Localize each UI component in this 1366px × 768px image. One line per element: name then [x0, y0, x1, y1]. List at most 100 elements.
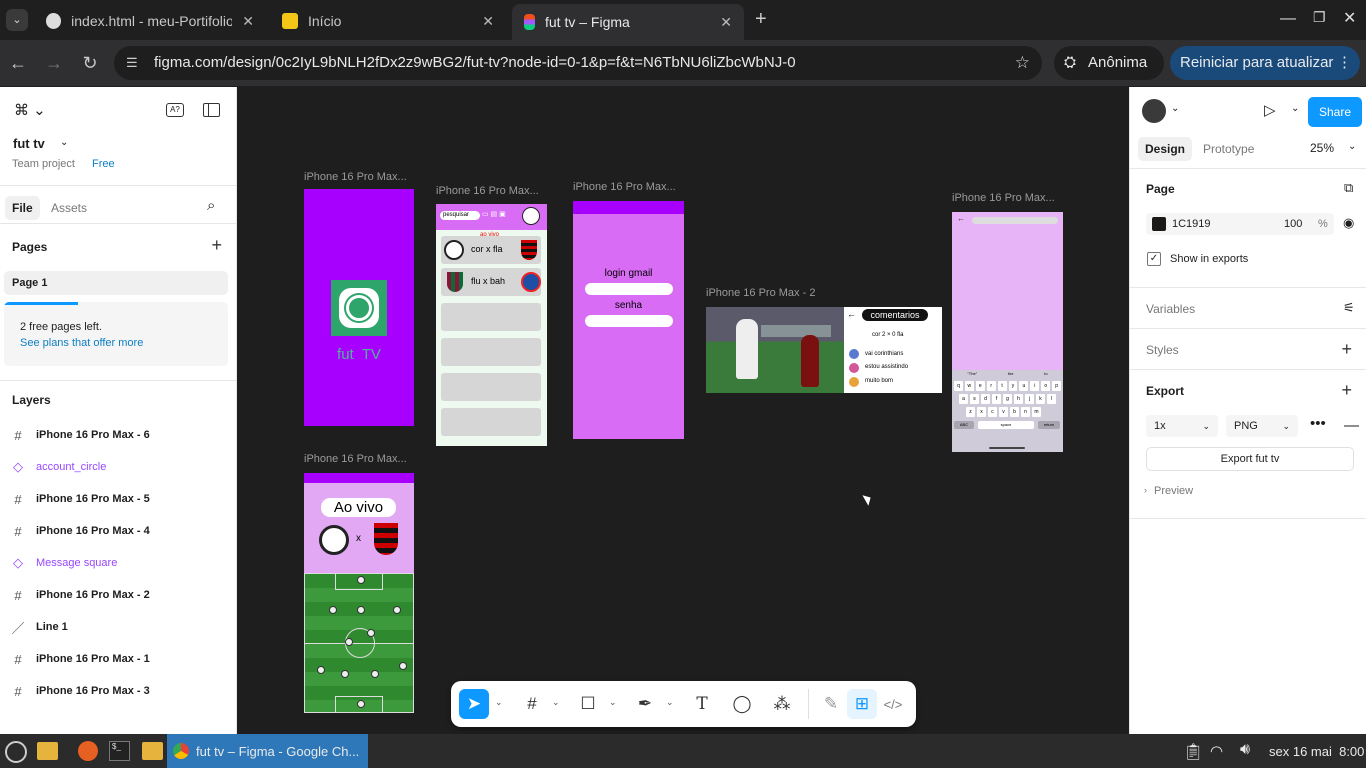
chevron-down-icon[interactable]: ⌄: [1348, 141, 1356, 152]
share-button[interactable]: Share: [1308, 97, 1362, 127]
address-bar[interactable]: ☰ figma.com/design/0c2IyL9bNLH2fDx2z9wBG…: [114, 46, 1042, 80]
variables-icon[interactable]: ⚟: [1343, 300, 1355, 316]
keyboard-key[interactable]: x: [977, 407, 986, 417]
close-window-icon[interactable]: ✕: [1343, 8, 1356, 28]
add-export-icon[interactable]: +: [1341, 380, 1352, 401]
search-icon[interactable]: ⌕: [207, 197, 215, 214]
abc-key[interactable]: ABC: [954, 421, 974, 429]
back-arrow-icon[interactable]: ←: [573, 210, 582, 216]
design-mode-button[interactable]: ⊞: [847, 689, 877, 719]
volume-icon[interactable]: 🔊︎: [1240, 741, 1250, 759]
file-name[interactable]: fut tv: [13, 136, 45, 151]
frame-label[interactable]: iPhone 16 Pro Max...: [952, 192, 1055, 204]
keyboard-key[interactable]: h: [1014, 394, 1023, 404]
ai-icon[interactable]: A?: [166, 103, 184, 117]
chevron-down-icon[interactable]: ⌄: [1291, 103, 1299, 114]
frame-label[interactable]: iPhone 16 Pro Max...: [304, 453, 407, 465]
add-page-icon[interactable]: +: [211, 235, 222, 256]
zoom-level[interactable]: 25%: [1310, 141, 1334, 155]
sidebar-toggle-icon[interactable]: [203, 103, 220, 117]
frame-home[interactable]: pesquisar ▭ ▤ ▣ ao vivo cor x fla flu x …: [436, 204, 547, 446]
close-icon[interactable]: ✕: [482, 13, 494, 30]
layer-item[interactable]: # iPhone 16 Pro Max - 1: [0, 643, 236, 675]
keyboard-key[interactable]: y: [1008, 381, 1018, 391]
keyboard-key[interactable]: n: [1021, 407, 1030, 417]
keyboard-key[interactable]: c: [988, 407, 997, 417]
keyboard-key[interactable]: d: [981, 394, 990, 404]
back-arrow-icon[interactable]: ←: [847, 309, 856, 319]
keyboard-key[interactable]: a: [959, 394, 968, 404]
chevron-down-icon[interactable]: ⌄: [1171, 103, 1179, 114]
more-options-icon[interactable]: •••: [1310, 415, 1326, 432]
chevron-right-icon[interactable]: ›: [1144, 485, 1147, 495]
frame-search[interactable]: ← "The" the to qwertyuiop asdfghjkl zxcvbn…: [952, 212, 1063, 452]
figma-menu-icon[interactable]: ⌘ ⌄: [14, 101, 46, 119]
tab-design[interactable]: Design: [1138, 137, 1193, 161]
back-arrow-icon[interactable]: ←: [957, 214, 965, 223]
keyboard-key[interactable]: l: [1047, 394, 1056, 404]
frame-splash[interactable]: fut TV: [304, 189, 414, 426]
remove-export-icon[interactable]: —: [1344, 417, 1359, 434]
text-tool-button[interactable]: T: [687, 689, 717, 719]
plan-badge[interactable]: Free: [92, 158, 115, 170]
frame-label[interactable]: iPhone 16 Pro Max...: [436, 185, 539, 197]
keyboard-key[interactable]: j: [1025, 394, 1034, 404]
clipboard-icon[interactable]: 📋︎: [1183, 742, 1203, 762]
keyboard-key[interactable]: r: [986, 381, 996, 391]
layer-item[interactable]: # iPhone 16 Pro Max - 3: [0, 675, 236, 707]
opacity-value[interactable]: 100: [1284, 218, 1302, 230]
page-color-field[interactable]: 1C1919 100 %: [1146, 213, 1334, 235]
present-play-icon[interactable]: ▷: [1264, 101, 1276, 119]
placeholder-card[interactable]: [441, 373, 541, 401]
search-input[interactable]: [972, 217, 1058, 224]
preview-toggle[interactable]: Preview: [1154, 485, 1193, 497]
back-icon[interactable]: ←: [6, 51, 30, 75]
keyboard-key[interactable]: w: [964, 381, 974, 391]
page-item[interactable]: Page 1: [4, 271, 228, 295]
show-exports-checkbox[interactable]: ✓: [1147, 252, 1161, 266]
tab-prototype[interactable]: Prototype: [1203, 142, 1254, 156]
avatar[interactable]: [1142, 99, 1166, 123]
keyboard-key[interactable]: p: [1052, 381, 1062, 391]
layer-item[interactable]: # iPhone 16 Pro Max - 4: [0, 515, 236, 547]
chevron-down-icon[interactable]: ⌄: [609, 697, 617, 708]
forward-icon[interactable]: →: [42, 51, 66, 75]
design-canvas[interactable]: iPhone 16 Pro Max... fut TV iPhone 16 Pr…: [237, 87, 1129, 734]
keyboard-key[interactable]: i: [1030, 381, 1040, 391]
layer-item[interactable]: # iPhone 16 Pro Max - 2: [0, 579, 236, 611]
keyboard-key[interactable]: e: [975, 381, 985, 391]
restart-update-button[interactable]: Reiniciar para atualizar ⋮: [1170, 46, 1360, 80]
firefox-icon[interactable]: [78, 741, 98, 761]
match-card[interactable]: flu x bah: [441, 268, 541, 296]
password-field[interactable]: [585, 315, 673, 327]
files-icon[interactable]: [37, 742, 58, 760]
frame-login[interactable]: ← login gmail senha: [573, 201, 684, 439]
keyboard-suggestion[interactable]: "The": [967, 371, 977, 378]
export-format-select[interactable]: PNG ⌄: [1226, 415, 1298, 437]
dev-mode-button[interactable]: </>: [878, 689, 908, 719]
close-icon[interactable]: ✕: [720, 14, 732, 31]
keyboard-key[interactable]: b: [1010, 407, 1019, 417]
account-circle-icon[interactable]: [522, 207, 540, 225]
space-key[interactable]: space: [978, 421, 1034, 429]
tab-portfolio[interactable]: index.html - meu-Portifolio ✕: [34, 6, 266, 36]
keyboard-key[interactable]: s: [970, 394, 979, 404]
tab-figma[interactable]: fut tv – Figma ✕: [512, 4, 744, 40]
layer-item[interactable]: # iPhone 16 Pro Max - 5: [0, 483, 236, 515]
close-icon[interactable]: ✕: [242, 13, 254, 30]
home-search-input[interactable]: pesquisar: [440, 211, 480, 220]
actions-tool-button[interactable]: ⁂: [767, 689, 797, 719]
frame-label[interactable]: iPhone 16 Pro Max - 2: [706, 287, 815, 299]
maximize-icon[interactable]: ❐: [1313, 9, 1326, 26]
reload-icon[interactable]: ↻: [78, 51, 102, 75]
chevron-down-icon[interactable]: ⌄: [666, 697, 674, 708]
keyboard-key[interactable]: g: [1003, 394, 1012, 404]
new-tab-button[interactable]: +: [755, 8, 767, 31]
add-style-icon[interactable]: +: [1341, 339, 1352, 360]
rectangle-tool-button[interactable]: ☐: [573, 689, 603, 719]
keyboard-key[interactable]: o: [1041, 381, 1051, 391]
see-plans-link[interactable]: See plans that offer more: [20, 337, 143, 349]
chevron-down-icon[interactable]: ⌄: [552, 697, 560, 708]
color-hex[interactable]: 1C1919: [1172, 218, 1211, 230]
keyboard-key[interactable]: k: [1036, 394, 1045, 404]
